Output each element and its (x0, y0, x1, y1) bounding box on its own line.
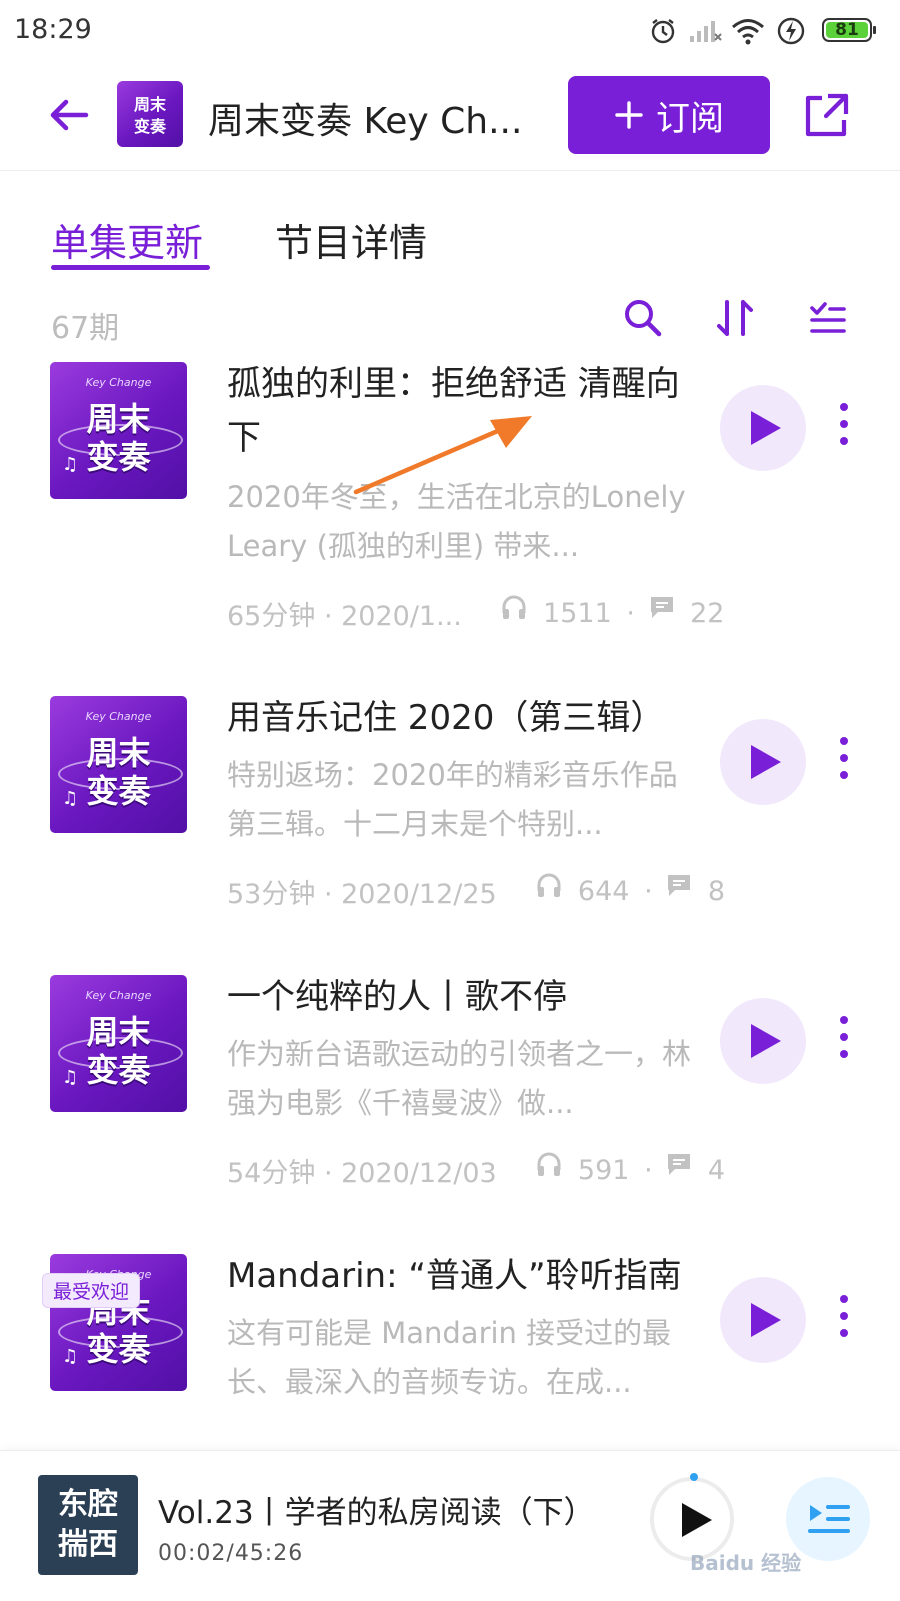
more-options-button[interactable] (836, 403, 852, 453)
more-options-button[interactable] (836, 1016, 852, 1066)
tab-details[interactable]: 节目详情 (275, 212, 427, 267)
annotation-arrow (353, 416, 532, 495)
cover-small-text: Key Change (85, 376, 152, 389)
headphones-icon (537, 873, 561, 897)
cover-text-line1: 周末 (133, 95, 166, 114)
comment-icon (668, 1154, 691, 1175)
player-cover-line1: 东腔 (58, 1487, 118, 1522)
podcast-title: 周末变奏 Key Ch... (208, 101, 523, 142)
batch-select-icon[interactable] (806, 296, 850, 340)
episode-play-button[interactable] (720, 385, 806, 471)
episode-description: 作为新台语歌运动的引领者之一，林强为电影《千禧曼波》做... (227, 1037, 692, 1120)
charging-icon (777, 17, 805, 45)
sort-icon[interactable] (713, 296, 757, 340)
episode-play-button[interactable] (720, 719, 806, 805)
episode-description: 这有可能是 Mandarin 接受过的最长、最深入的音频专访。在成... (227, 1316, 672, 1399)
play-icon (751, 411, 781, 445)
subscribe-button[interactable]: 订阅 (568, 76, 770, 154)
music-note-icon: ♫ (62, 1067, 79, 1088)
more-options-button[interactable] (836, 737, 852, 787)
play-icon (751, 1303, 781, 1337)
comment-icon (668, 875, 691, 896)
episode-play-button[interactable] (720, 1277, 806, 1363)
alarm-icon (651, 19, 675, 44)
player-time: 00:02/45:26 (158, 1541, 304, 1566)
battery-level: 81 (835, 20, 859, 40)
playlist-icon (808, 1505, 850, 1533)
play-icon (682, 1503, 712, 1537)
status-time: 18:29 (14, 14, 92, 45)
episode-description: 特别返场：2020年的精彩音乐作品第三辑。十二月末是个特别... (227, 758, 678, 841)
status-bar: 18:29 81 (0, 0, 900, 62)
play-count: 1511 (543, 598, 612, 629)
music-note-icon: ♫ (62, 454, 79, 475)
duration-date: 54分钟 · 2020/12/03 (227, 1158, 497, 1189)
most-popular-badge: 最受欢迎 (42, 1273, 141, 1308)
back-arrow-icon[interactable] (44, 90, 94, 140)
cover-text-line2: 变奏 (133, 117, 166, 136)
headphones-icon (502, 595, 526, 619)
more-options-button[interactable] (836, 1295, 852, 1345)
player-cover: 东腔 揣西 (38, 1475, 138, 1575)
plus-icon (615, 101, 643, 129)
duration-date: 65分钟 · 2020/1... (227, 601, 462, 632)
episode-cover: Key Change 周末 变奏 ♫ (50, 696, 187, 833)
episode-cover: Key Change 周末 变奏 ♫ (50, 362, 187, 499)
episode-cover: Key Change 周末 变奏 ♫ (50, 975, 187, 1112)
episode-count: 67期 (51, 311, 120, 346)
cover-small-text: Key Change (85, 989, 152, 1002)
podcast-cover: 周末 变奏 (117, 81, 183, 147)
play-count: 644 (577, 876, 630, 907)
watermark: Baidu 经验 (690, 1551, 802, 1575)
headphones-icon (537, 1152, 561, 1176)
cover-small-text: Key Change (85, 710, 152, 723)
episode-title: 一个纯粹的人丨歌不停 (227, 977, 567, 1017)
music-note-icon: ♫ (62, 1346, 79, 1367)
comment-count: 8 (707, 876, 726, 907)
share-icon[interactable] (802, 90, 852, 140)
mini-player[interactable]: 东腔 揣西 Vol.23丨学者的私房阅读（下） 00:02/45:26 Baid… (0, 1450, 900, 1601)
search-icon[interactable] (621, 296, 665, 340)
wifi-icon (732, 19, 764, 45)
battery-indicator: 81 (822, 18, 876, 42)
episode-meta: 54分钟 · 2020/12/03 591 · 4 (227, 1150, 725, 1190)
tab-episodes[interactable]: 单集更新 (51, 212, 203, 267)
player-cover-line2: 揣西 (58, 1527, 118, 1562)
comment-icon (650, 597, 673, 618)
signal-icon (690, 21, 722, 42)
episode-item[interactable]: Key Change 周末 变奏 ♫ 一个纯粹的人丨歌不停 作为新台语歌运动的引… (0, 973, 900, 1213)
progress-indicator (690, 1473, 698, 1481)
episode-title: Mandarin: “普通人”聆听指南 (227, 1256, 682, 1296)
comment-count: 4 (707, 1155, 726, 1186)
music-note-icon: ♫ (62, 788, 79, 809)
active-tab-indicator (51, 265, 210, 270)
episode-title: 用音乐记住 2020（第三辑） (227, 698, 665, 738)
episode-play-button[interactable] (720, 998, 806, 1084)
episode-item[interactable]: Key Change 周末 变奏 ♫ 孤独的利里：拒绝舒适 清醒向下 2020年… (0, 360, 900, 640)
play-icon (751, 745, 781, 779)
play-icon (751, 1024, 781, 1058)
episode-item[interactable]: Key Change 周末 变奏 ♫ 用音乐记住 2020（第三辑） 特别返场：… (0, 694, 900, 934)
comment-count: 22 (690, 598, 725, 629)
play-count: 591 (577, 1155, 630, 1186)
episode-meta: 53分钟 · 2020/12/25 644 · 8 (227, 871, 725, 911)
subscribe-label: 订阅 (656, 98, 724, 139)
episode-meta: 65分钟 · 2020/1... 1511 · 22 (227, 593, 724, 633)
duration-date: 53分钟 · 2020/12/25 (227, 879, 497, 910)
app-header: 周末 变奏 周末变奏 Key Ch... 订阅 (0, 62, 900, 171)
player-title: Vol.23丨学者的私房阅读（下） (158, 1495, 595, 1531)
